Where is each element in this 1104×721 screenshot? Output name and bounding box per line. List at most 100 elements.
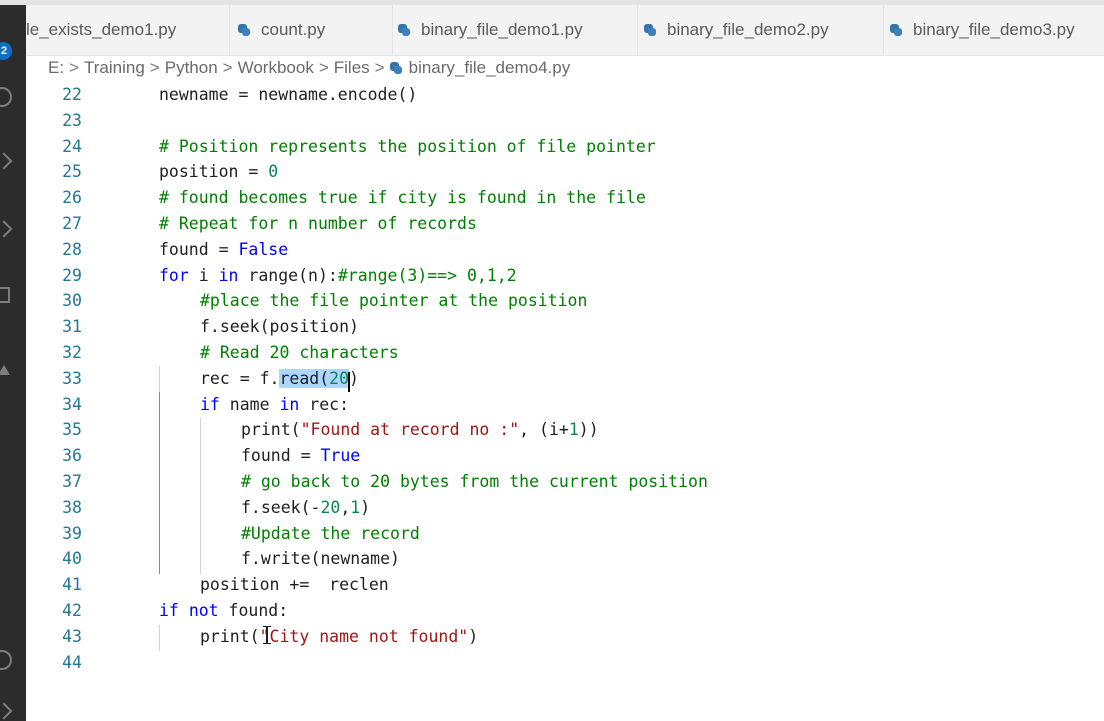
code-line[interactable]: 34 if name in rec: — [26, 392, 1104, 418]
text-selection: read(20 — [279, 368, 350, 388]
tab-label: le_exists_demo1.py — [26, 20, 177, 39]
tab-binary-file-demo3[interactable]: binary_file_demo3.py — [884, 5, 1104, 55]
breadcrumb-item-python[interactable]: Python — [165, 58, 218, 78]
breadcrumb: E: > Training > Python > Workbook > File… — [48, 56, 570, 80]
line-number: 32 — [62, 343, 82, 362]
code-line[interactable]: 27 # Repeat for n number of records — [26, 211, 1104, 237]
code-line[interactable]: 33 rec = f.read(20) — [26, 366, 1104, 392]
source-control-badge: 2 — [0, 42, 12, 60]
code-line[interactable]: 43 print("City name not found") — [26, 624, 1104, 650]
line-number: 39 — [62, 523, 82, 543]
line-number: 27 — [62, 214, 82, 233]
line-number: 34 — [62, 394, 82, 414]
breadcrumb-separator: > — [318, 58, 329, 77]
code-line[interactable]: 25 position = 0 — [26, 159, 1104, 185]
code-line[interactable]: 26 # found becomes true if city is found … — [26, 185, 1104, 211]
tab-binary-file-demo1[interactable]: binary_file_demo1.py — [393, 5, 638, 55]
breadcrumb-item-current-file[interactable]: binary_file_demo4.py — [409, 58, 571, 78]
remote-explorer-icon[interactable] — [0, 365, 10, 375]
code-line[interactable]: 32 # Read 20 characters — [26, 340, 1104, 366]
code-text: newname = newname.encode() — [159, 85, 418, 104]
line-number: 23 — [62, 110, 82, 130]
code-line[interactable]: 28 found = False — [26, 237, 1104, 263]
breadcrumb-separator: > — [69, 58, 79, 77]
breadcrumb-separator: > — [374, 58, 385, 77]
line-number: 35 — [62, 420, 82, 440]
line-number: 30 — [62, 291, 82, 311]
code-text: f.write(newname) — [241, 549, 400, 569]
line-number: 22 — [62, 85, 82, 104]
code-line[interactable]: 41 position += reclen — [26, 572, 1104, 598]
line-number: 24 — [62, 136, 82, 156]
code-line[interactable]: 36 found = True — [26, 443, 1104, 469]
line-number: 44 — [62, 652, 82, 672]
code-line[interactable]: 40 f.write(newname) — [26, 546, 1104, 572]
code-line[interactable]: 39 #Update the record — [26, 521, 1104, 547]
python-file-icon — [890, 24, 902, 36]
tab-count[interactable]: count.py — [230, 5, 393, 55]
code-text: if name in rec: — [200, 394, 350, 414]
python-file-icon — [398, 24, 410, 36]
python-file-icon — [389, 62, 402, 74]
code-text: #place the file pointer at the position — [200, 291, 588, 311]
breadcrumb-item-drive[interactable]: E: — [48, 58, 64, 78]
code-text: found = False — [159, 239, 289, 259]
tab-label: binary_file_demo2.py — [667, 20, 829, 39]
code-line[interactable]: 30 #place the file pointer at the positio… — [26, 288, 1104, 314]
breadcrumb-item-files[interactable]: Files — [334, 58, 370, 78]
code-text: # Position represents the position of fi… — [159, 136, 656, 156]
line-number: 33 — [62, 368, 82, 388]
code-line[interactable]: 31 f.seek(position) — [26, 314, 1104, 340]
line-number: 37 — [62, 472, 82, 491]
code-text: # go back to 20 bytes from the current p… — [241, 472, 708, 491]
code-line[interactable]: 42 if not found: — [26, 598, 1104, 624]
code-line[interactable]: 22 newname = newname.encode() — [26, 82, 1104, 108]
line-number: 28 — [62, 239, 82, 259]
code-line[interactable]: 38 f.seek(-20,1) — [26, 495, 1104, 521]
code-text: if not found: — [159, 601, 289, 620]
line-number: 41 — [62, 575, 82, 595]
account-icon[interactable] — [0, 650, 12, 670]
text-caret — [348, 371, 351, 392]
code-text: #Update the record — [241, 523, 420, 543]
line-number: 36 — [62, 446, 82, 466]
code-text: found = True — [241, 446, 361, 466]
line-number: 43 — [62, 626, 82, 646]
breadcrumb-item-workbook[interactable]: Workbook — [238, 58, 314, 78]
code-text: for i in range(n):#range(3)==> 0,1,2 — [159, 265, 517, 285]
breadcrumb-separator: > — [222, 58, 233, 77]
code-text: position = 0 — [159, 162, 279, 182]
code-editor[interactable]: 22 newname = newname.encode() 23 24 # Positi… — [26, 80, 1104, 721]
code-text: f.seek(position) — [200, 317, 359, 337]
search-icon[interactable] — [0, 87, 12, 107]
line-number: 42 — [62, 601, 82, 620]
code-text: print("City name not found") — [200, 626, 479, 646]
breadcrumb-separator: > — [149, 58, 160, 77]
code-line[interactable]: 24 # Position represents the position of … — [26, 134, 1104, 160]
python-file-icon — [644, 24, 656, 36]
breadcrumb-item-training[interactable]: Training — [84, 58, 145, 78]
code-text: f.seek(-20,1) — [241, 497, 371, 517]
tab-binary-file-demo2[interactable]: binary_file_demo2.py — [638, 5, 884, 55]
text-cursor-ibeam — [263, 626, 271, 644]
code-text: print("Found at record no :", (i+1)) — [241, 420, 599, 440]
run-debug-icon[interactable] — [0, 220, 13, 238]
tab-label: binary_file_demo3.py — [913, 20, 1075, 39]
code-line[interactable]: 37 # go back to 20 bytes from the current… — [26, 469, 1104, 495]
line-number: 26 — [62, 188, 82, 208]
code-line[interactable]: 23 — [26, 108, 1104, 134]
code-line[interactable]: 35 print("Found at record no :", (i+1)) — [26, 417, 1104, 443]
source-control-icon[interactable] — [0, 152, 13, 170]
code-text: position += reclen — [200, 575, 389, 595]
extensions-icon[interactable] — [0, 287, 10, 303]
code-line[interactable]: 44 — [26, 650, 1104, 676]
tab-label: binary_file_demo1.py — [421, 20, 583, 39]
activity-bar: 2 — [0, 5, 26, 721]
line-number: 40 — [62, 549, 82, 569]
line-number: 25 — [62, 162, 82, 182]
code-line[interactable]: 29 for i in range(n):#range(3)==> 0,1,2 — [26, 263, 1104, 289]
tab-label: count.py — [261, 20, 326, 39]
code-text: # Read 20 characters — [200, 343, 399, 362]
manage-gear-icon[interactable] — [0, 702, 13, 720]
tab-file-exists-demo1[interactable]: le_exists_demo1.py — [26, 5, 230, 55]
